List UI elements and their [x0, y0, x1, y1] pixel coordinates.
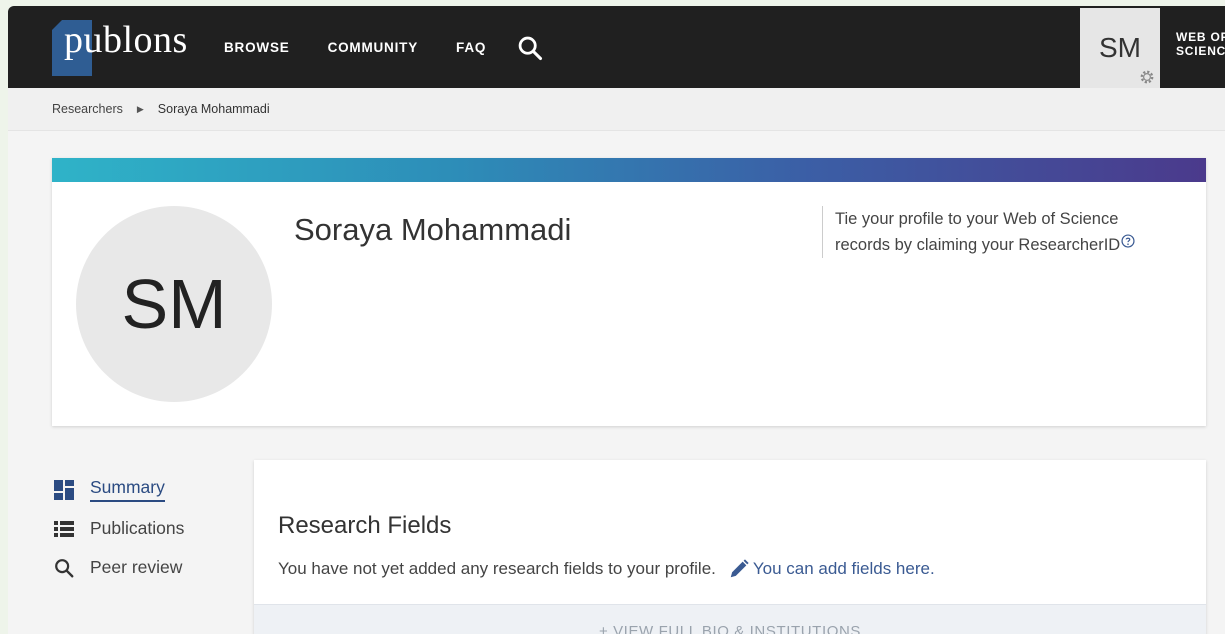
- page-frame: publons BROWSE COMMUNITY FAQ SM WEB OF S…: [8, 6, 1225, 634]
- profile-color-stripe: [52, 158, 1206, 182]
- logo-text: publons: [64, 19, 188, 61]
- search-icon[interactable]: [516, 34, 544, 62]
- wos-line-2: SCIENCE: [1176, 44, 1225, 58]
- breadcrumb-researchers[interactable]: Researchers: [52, 102, 123, 116]
- nav-faq[interactable]: FAQ: [456, 40, 486, 55]
- user-initials: SM: [1099, 32, 1141, 63]
- publons-logo[interactable]: publons: [52, 16, 204, 78]
- breadcrumb: Researchers ▶ Soraya Mohammadi: [8, 88, 1225, 131]
- claim-line-1: Tie your profile to your Web of Science: [835, 210, 1119, 228]
- breadcrumb-current: Soraya Mohammadi: [157, 102, 270, 116]
- sidenav-label-summary: Summary: [90, 477, 165, 502]
- profile-initials: SM: [121, 265, 227, 343]
- nav-browse[interactable]: BROWSE: [224, 40, 290, 55]
- wos-line-1: WEB OF: [1176, 30, 1225, 44]
- view-full-bio-bar: + VIEW FULL BIO & INSTITUTIONS: [254, 604, 1206, 634]
- sidenav-item-summary[interactable]: Summary: [52, 470, 184, 509]
- top-header: publons BROWSE COMMUNITY FAQ SM WEB OF S…: [8, 6, 1225, 88]
- profile-name: Soraya Mohammadi: [294, 212, 572, 247]
- pencil-icon: [730, 559, 749, 578]
- profile-card: SM Soraya Mohammadi Tie your profile to …: [52, 158, 1206, 426]
- main-nav: BROWSE COMMUNITY FAQ: [224, 6, 524, 88]
- claim-researcherid-notice: Tie your profile to your Web of Science …: [822, 206, 1175, 258]
- view-full-bio-link[interactable]: + VIEW FULL BIO & INSTITUTIONS: [254, 623, 1206, 634]
- help-icon[interactable]: [1121, 234, 1135, 248]
- sidenav-label-publications: Publications: [90, 518, 185, 538]
- web-of-science-link[interactable]: WEB OF SCIENCE: [1176, 30, 1225, 58]
- list-icon: [52, 517, 76, 541]
- gear-icon[interactable]: [1138, 68, 1156, 86]
- add-fields-link-text: You can add fields here.: [752, 559, 935, 578]
- breadcrumb-separator-icon: ▶: [136, 103, 144, 114]
- research-fields-card: Research Fields You have not yet added a…: [254, 460, 1206, 634]
- profile-sidenav: Summary Publications Peer review: [52, 470, 184, 587]
- search-icon: [52, 556, 76, 580]
- profile-avatar: SM: [76, 206, 272, 402]
- sidenav-label-peer-review: Peer review: [90, 557, 183, 577]
- research-fields-empty-message: You have not yet added any research fiel…: [278, 558, 935, 580]
- dashboard-icon: [52, 478, 76, 502]
- nav-community[interactable]: COMMUNITY: [328, 40, 418, 55]
- sidenav-item-peer-review[interactable]: Peer review: [52, 548, 184, 587]
- add-fields-link[interactable]: You can add fields here.: [728, 558, 935, 580]
- claim-line-2: records by claiming your ResearcherID: [835, 236, 1121, 254]
- research-fields-title: Research Fields: [278, 512, 452, 539]
- logo-corner: [52, 20, 62, 30]
- research-fields-empty-text: You have not yet added any research fiel…: [278, 559, 716, 578]
- sidenav-item-publications[interactable]: Publications: [52, 509, 184, 548]
